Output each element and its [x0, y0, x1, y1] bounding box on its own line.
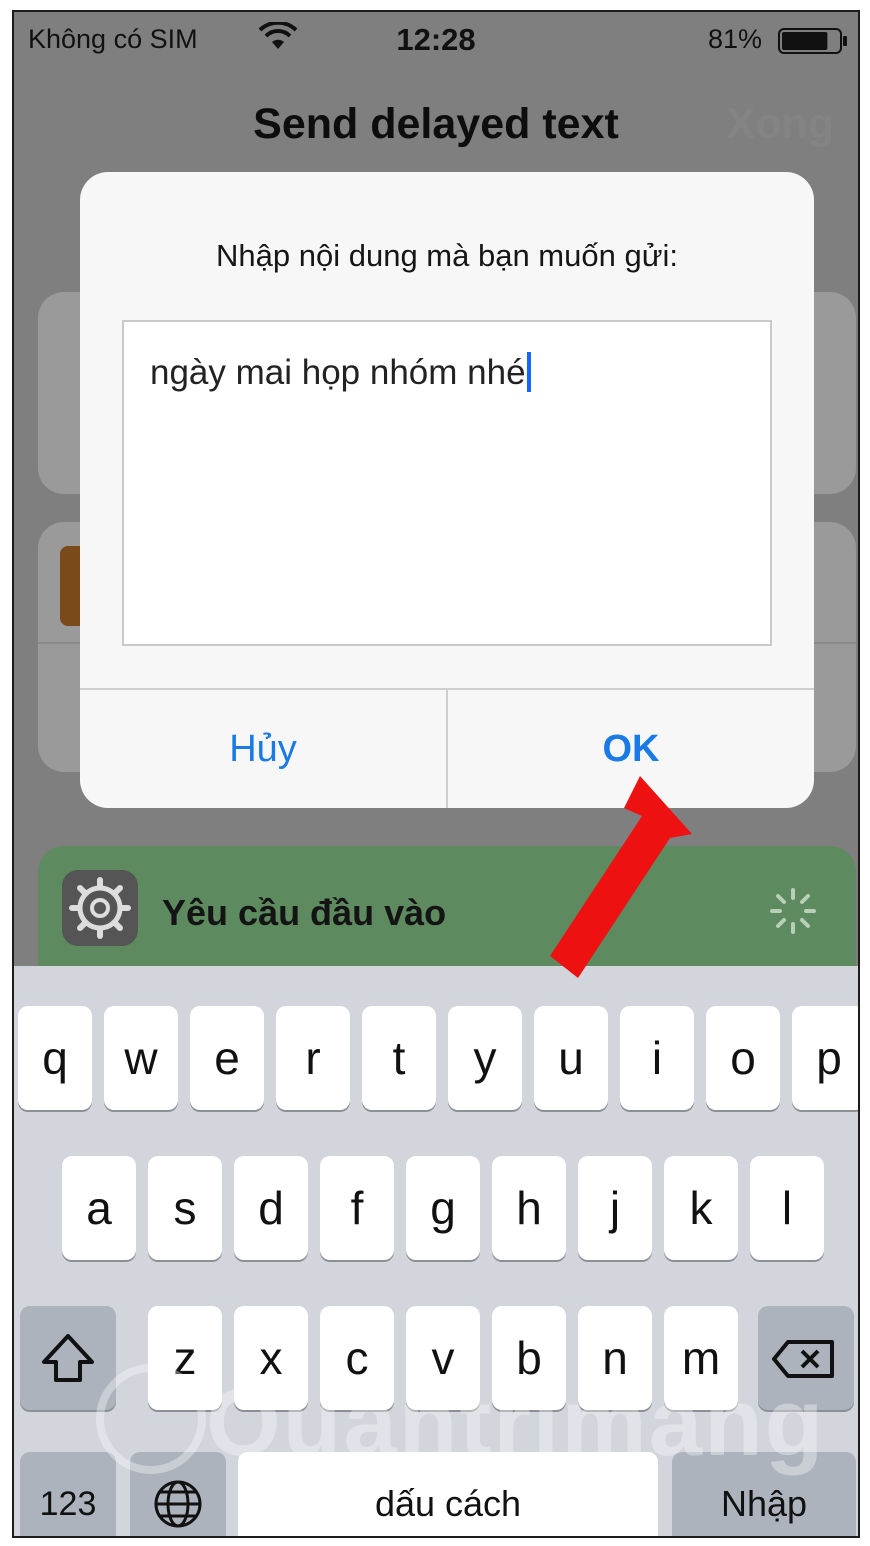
key-v[interactable]: v [406, 1306, 480, 1410]
key-w-label: w [124, 1032, 158, 1084]
phone-screen: Không có SIM 12:28 81% Send delayed text… [12, 10, 860, 1538]
delete-icon [772, 1340, 834, 1378]
key-x[interactable]: x [234, 1306, 308, 1410]
key-e[interactable]: e [190, 1006, 264, 1110]
key-m[interactable]: m [664, 1306, 738, 1410]
key-s[interactable]: s [148, 1156, 222, 1260]
key-t[interactable]: t [362, 1006, 436, 1110]
key-z[interactable]: z [148, 1306, 222, 1410]
space-key[interactable]: dấu cách [238, 1452, 658, 1536]
key-k[interactable]: k [664, 1156, 738, 1260]
keyboard: q w e r t y u i o p a s d f g h j k l z x c v b n m 123 dấu cách Nhậ… [14, 966, 858, 1536]
numbers-key-label: 123 [39, 1485, 97, 1523]
key-w[interactable]: w [104, 1006, 178, 1110]
key-m-label: m [681, 1332, 721, 1384]
battery-percent: 81% [707, 24, 762, 54]
key-i[interactable]: i [620, 1006, 694, 1110]
key-l-label: l [781, 1182, 793, 1234]
shift-key[interactable] [20, 1306, 116, 1410]
globe-icon [154, 1480, 202, 1528]
key-o-label: o [730, 1032, 756, 1084]
numbers-key[interactable]: 123 [20, 1452, 116, 1536]
key-v-label: v [431, 1332, 455, 1384]
key-i-label: i [651, 1032, 663, 1084]
globe-key[interactable] [130, 1452, 226, 1536]
key-t-label: t [392, 1032, 406, 1084]
message-input-value: ngày mai họp nhóm nhé [150, 352, 531, 393]
input-alert-dialog: Nhập nội dung mà bạn muốn gửi: ngày mai … [80, 172, 814, 808]
gear-icon [62, 870, 138, 946]
key-k-label: k [689, 1182, 713, 1234]
key-b-label: b [516, 1332, 542, 1384]
key-u-label: u [558, 1032, 584, 1084]
key-l[interactable]: l [750, 1156, 824, 1260]
key-f[interactable]: f [320, 1156, 394, 1260]
key-j[interactable]: j [578, 1156, 652, 1260]
status-bar: Không có SIM 12:28 81% [14, 12, 858, 72]
action-card-label: Yêu cầu đầu vào [162, 892, 447, 933]
message-text-input[interactable]: ngày mai họp nhóm nhé [122, 320, 772, 646]
key-y[interactable]: y [448, 1006, 522, 1110]
key-p[interactable]: p [792, 1006, 858, 1110]
key-h[interactable]: h [492, 1156, 566, 1260]
return-key[interactable]: Nhập [672, 1452, 856, 1536]
key-u[interactable]: u [534, 1006, 608, 1110]
done-button[interactable]: Xong [727, 100, 834, 149]
key-j-label: j [609, 1182, 621, 1234]
key-r-label: r [305, 1032, 321, 1084]
key-h-label: h [516, 1182, 542, 1234]
key-q-label: q [42, 1032, 68, 1084]
battery-icon [778, 28, 847, 54]
key-e-label: e [214, 1032, 240, 1084]
key-g-label: g [430, 1182, 456, 1234]
text-caret [526, 352, 531, 392]
delete-key[interactable] [758, 1306, 854, 1410]
key-y-label: y [473, 1032, 497, 1084]
key-f-label: f [350, 1182, 364, 1234]
key-r[interactable]: r [276, 1006, 350, 1110]
key-o[interactable]: o [706, 1006, 780, 1110]
key-p-label: p [816, 1032, 842, 1084]
key-g[interactable]: g [406, 1156, 480, 1260]
key-b[interactable]: b [492, 1306, 566, 1410]
cancel-button[interactable]: Hủy [80, 690, 446, 808]
return-key-label: Nhập [720, 1483, 808, 1524]
key-c[interactable]: c [320, 1306, 394, 1410]
shift-icon [42, 1334, 94, 1382]
key-n[interactable]: n [578, 1306, 652, 1410]
key-z-label: z [173, 1332, 197, 1384]
red-arrow-annotation [550, 776, 692, 978]
key-a-label: a [86, 1182, 112, 1234]
key-a[interactable]: a [62, 1156, 136, 1260]
key-c-label: c [345, 1332, 369, 1384]
key-x-label: x [259, 1332, 283, 1384]
alert-message: Nhập nội dung mà bạn muốn gửi: [216, 238, 678, 273]
key-s-label: s [173, 1182, 197, 1234]
key-q[interactable]: q [18, 1006, 92, 1110]
key-n-label: n [602, 1332, 628, 1384]
spinner-icon [770, 888, 816, 934]
key-d[interactable]: d [234, 1156, 308, 1260]
space-key-label: dấu cách [374, 1483, 522, 1524]
key-d-label: d [258, 1182, 284, 1234]
